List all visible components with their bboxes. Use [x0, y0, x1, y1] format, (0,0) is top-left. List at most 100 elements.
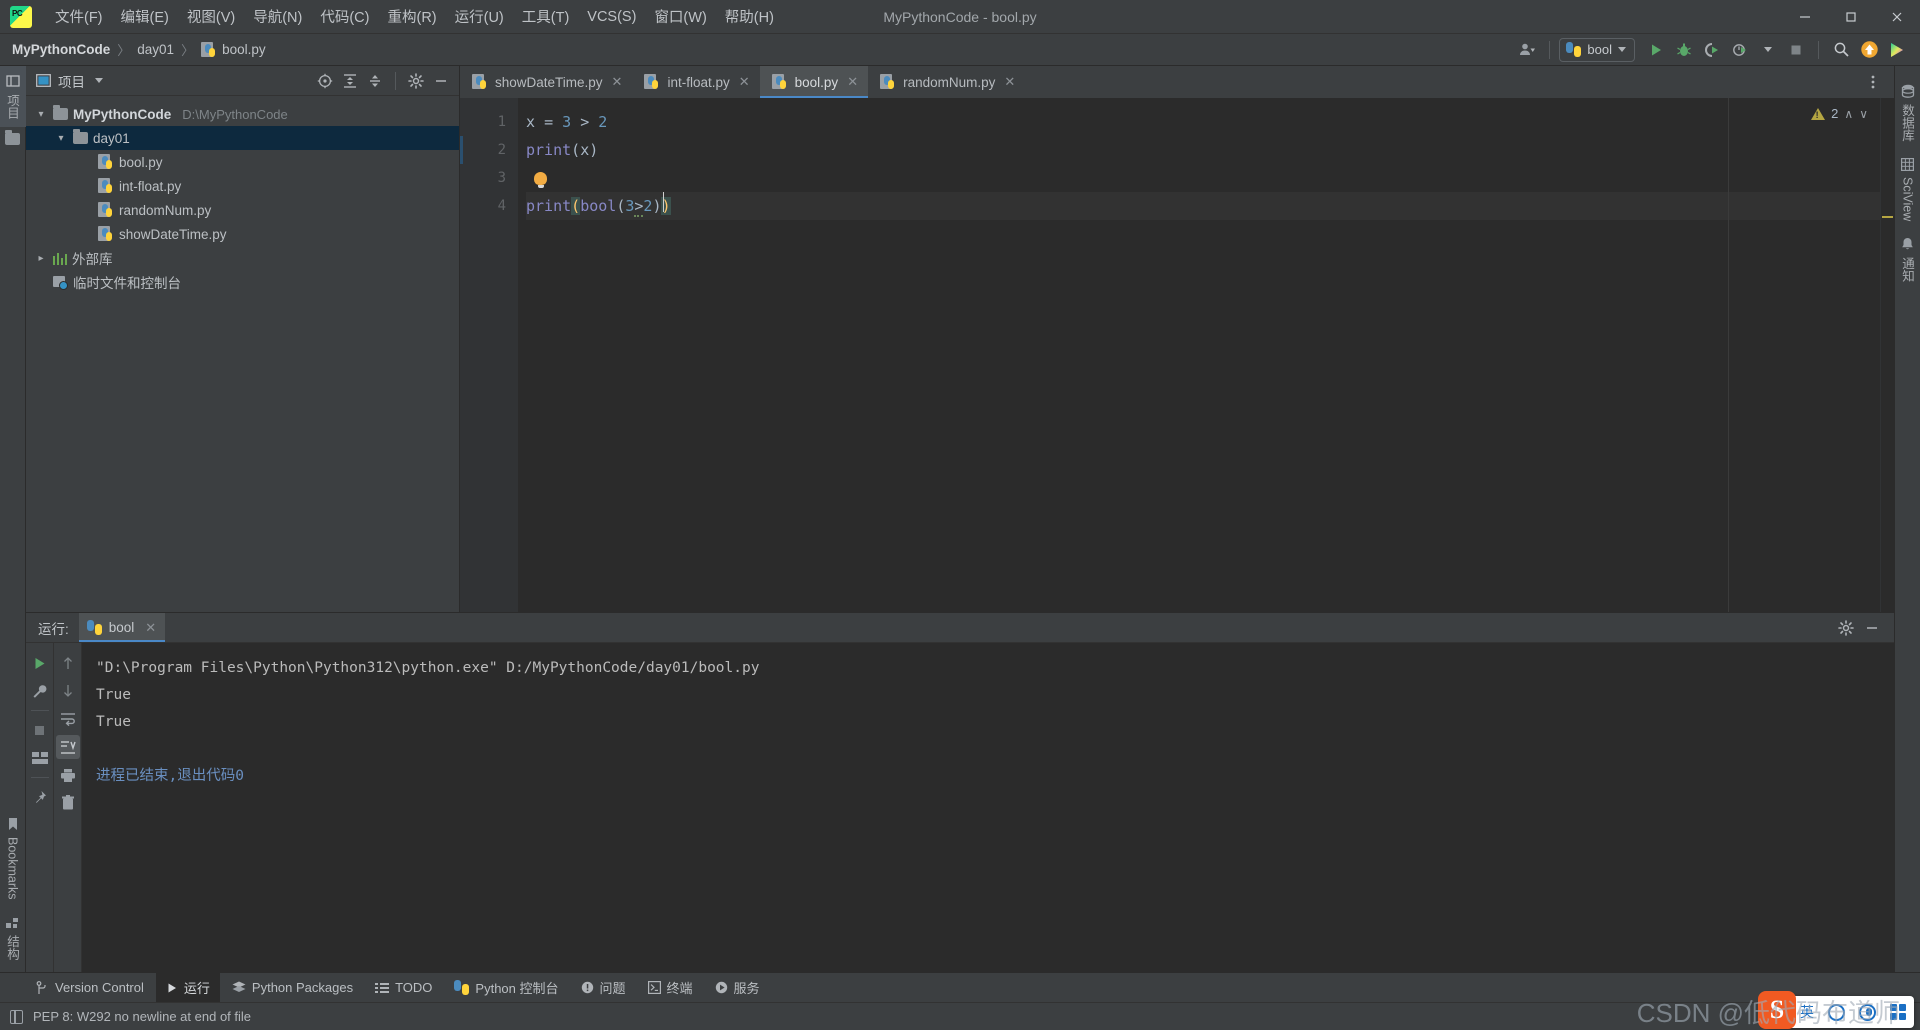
tree-item-scratches[interactable]: 临时文件和控制台 — [26, 270, 459, 294]
menu-vcs[interactable]: VCS(S) — [578, 5, 645, 29]
tool-window-services[interactable]: 服务 — [705, 973, 770, 1002]
down-button[interactable] — [56, 679, 80, 703]
ime-circle-icon[interactable] — [1828, 1003, 1845, 1021]
run-tab-bool[interactable]: bool ✕ — [78, 613, 166, 642]
menu-file[interactable]: 文件(F) — [46, 2, 112, 31]
ai-assistant-icon[interactable] — [1884, 38, 1910, 62]
chevron-down-icon[interactable]: ▾ — [34, 107, 48, 121]
close-icon[interactable]: ✕ — [847, 74, 858, 90]
tree-item-mypythoncode[interactable]: ▾ MyPythonCode D:\MyPythonCode — [26, 102, 459, 126]
close-button[interactable] — [1874, 0, 1920, 33]
run-console[interactable]: "D:\Program Files\Python\Python312\pytho… — [82, 643, 1894, 972]
editor-tab-bool[interactable]: bool.py ✕ — [759, 66, 869, 98]
tree-item-showdatetime-py[interactable]: showDateTime.py — [26, 222, 459, 246]
layout-button[interactable] — [28, 746, 52, 770]
settings-icon[interactable] — [1834, 617, 1858, 639]
search-everywhere-icon[interactable] — [1828, 38, 1854, 62]
chevron-right-icon[interactable]: ▸ — [34, 251, 48, 265]
update-project-icon[interactable] — [1856, 38, 1882, 62]
tool-window-terminal[interactable]: 终端 — [638, 973, 703, 1002]
menu-run[interactable]: 运行(U) — [446, 2, 513, 31]
tree-item-randomnum-py[interactable]: randomNum.py — [26, 198, 459, 222]
expand-all-icon[interactable] — [338, 70, 362, 92]
tree-item-external-libraries[interactable]: ▸ 外部库 — [26, 246, 459, 270]
code-content[interactable]: x = 3 > 2 print(x) print(bool(3>2)) — [518, 98, 1880, 612]
print-button[interactable] — [56, 763, 80, 787]
account-icon[interactable] — [1514, 38, 1540, 62]
menu-tools[interactable]: 工具(T) — [513, 2, 579, 31]
run-button[interactable] — [1643, 38, 1669, 62]
maximize-button[interactable] — [1828, 0, 1874, 33]
breadcrumb-folder[interactable]: day01 — [137, 42, 174, 57]
minimize-button[interactable] — [1782, 0, 1828, 33]
collapse-all-icon[interactable] — [363, 70, 387, 92]
strip-item-database[interactable]: 数据库 — [1894, 76, 1920, 150]
breadcrumb-project[interactable]: MyPythonCode — [12, 42, 110, 57]
folder-strip-icon[interactable] — [5, 130, 20, 145]
menu-navigate[interactable]: 导航(N) — [244, 2, 311, 31]
tool-window-version-control[interactable]: Version Control — [26, 973, 154, 1002]
menu-code[interactable]: 代码(C) — [311, 2, 378, 31]
close-icon[interactable]: ✕ — [612, 74, 623, 90]
ime-grid-icon[interactable] — [1890, 1004, 1906, 1020]
profile-button[interactable] — [1727, 38, 1753, 62]
up-button[interactable] — [56, 651, 80, 675]
run-with-coverage-button[interactable] — [1699, 38, 1725, 62]
tree-item-int-float-py[interactable]: int-float.py — [26, 174, 459, 198]
warning-marker[interactable] — [1882, 216, 1893, 218]
strip-item-notifications[interactable]: 通知 — [1894, 229, 1920, 290]
inspection-status-icon[interactable] — [10, 1009, 23, 1024]
menu-window[interactable]: 窗口(W) — [645, 2, 715, 31]
pin-button[interactable] — [28, 785, 52, 809]
tree-item-day01[interactable]: ▾ day01 — [26, 126, 459, 150]
editor-scroll-rail[interactable] — [1880, 98, 1894, 612]
close-icon[interactable]: ✕ — [1004, 74, 1015, 90]
tool-window-python-packages[interactable]: Python Packages — [222, 973, 363, 1002]
tool-window-python-console[interactable]: Python 控制台 — [444, 973, 568, 1002]
editor-tab-showdatetime[interactable]: showDateTime.py ✕ — [460, 66, 632, 98]
rerun-button[interactable] — [28, 651, 52, 675]
editor-tab-randomnum[interactable]: randomNum.py ✕ — [868, 66, 1025, 98]
strip-item-project[interactable]: 项目 — [0, 66, 26, 127]
breadcrumb-file[interactable]: bool.py — [222, 42, 266, 57]
chevron-down-icon[interactable]: ▾ — [54, 131, 68, 145]
chevron-up-icon[interactable]: ∧ — [1844, 107, 1853, 121]
clear-all-button[interactable] — [56, 791, 80, 815]
ime-mode-label[interactable]: 英 — [1800, 1002, 1814, 1022]
stop-button[interactable] — [1783, 38, 1809, 62]
intention-bulb-icon[interactable] — [534, 172, 547, 188]
strip-item-bookmarks[interactable]: Bookmarks — [2, 809, 24, 908]
tool-window-todo[interactable]: TODO — [365, 973, 442, 1002]
tool-window-problems[interactable]: 问题 — [571, 973, 636, 1002]
editor-tab-int-float[interactable]: int-float.py ✕ — [632, 66, 759, 98]
chevron-down-icon[interactable] — [95, 78, 103, 83]
close-icon[interactable]: ✕ — [145, 620, 156, 636]
chevron-down-icon[interactable]: ∨ — [1859, 107, 1868, 121]
more-options-icon[interactable] — [1860, 70, 1886, 94]
stop-button[interactable] — [28, 718, 52, 742]
hide-panel-icon[interactable] — [429, 70, 453, 92]
menu-help[interactable]: 帮助(H) — [716, 2, 783, 31]
debug-button[interactable] — [1671, 38, 1697, 62]
soft-wrap-button[interactable] — [56, 707, 80, 731]
editor-body[interactable]: 1 2 3 4 x = 3 > 2 print(x) print(bool(3>… — [460, 98, 1894, 612]
profile-dropdown-icon[interactable] — [1755, 38, 1781, 62]
sogou-ime-bar[interactable]: S 英 — [1758, 991, 1914, 1029]
close-icon[interactable]: ✕ — [739, 74, 750, 90]
editor-gutter[interactable]: 1 2 3 4 — [460, 98, 518, 612]
menu-view[interactable]: 视图(V) — [178, 2, 244, 31]
menu-edit[interactable]: 编辑(E) — [112, 2, 178, 31]
run-configuration-selector[interactable]: bool — [1559, 37, 1635, 62]
settings-icon[interactable] — [404, 70, 428, 92]
inspection-widget[interactable]: 2 ∧ ∨ — [1811, 106, 1868, 121]
configure-button[interactable] — [28, 679, 52, 703]
hide-panel-icon[interactable] — [1860, 617, 1884, 639]
ime-mic-icon[interactable] — [1859, 1003, 1876, 1021]
select-opened-file-icon[interactable] — [313, 70, 337, 92]
scroll-to-end-button[interactable] — [55, 735, 80, 759]
tree-item-bool-py[interactable]: bool.py — [26, 150, 459, 174]
strip-item-sciview[interactable]: SciView — [1897, 150, 1919, 229]
strip-item-structure[interactable]: 结构 — [0, 908, 26, 968]
tool-window-run[interactable]: 运行 — [155, 973, 220, 1002]
menu-refactor[interactable]: 重构(R) — [378, 2, 445, 31]
